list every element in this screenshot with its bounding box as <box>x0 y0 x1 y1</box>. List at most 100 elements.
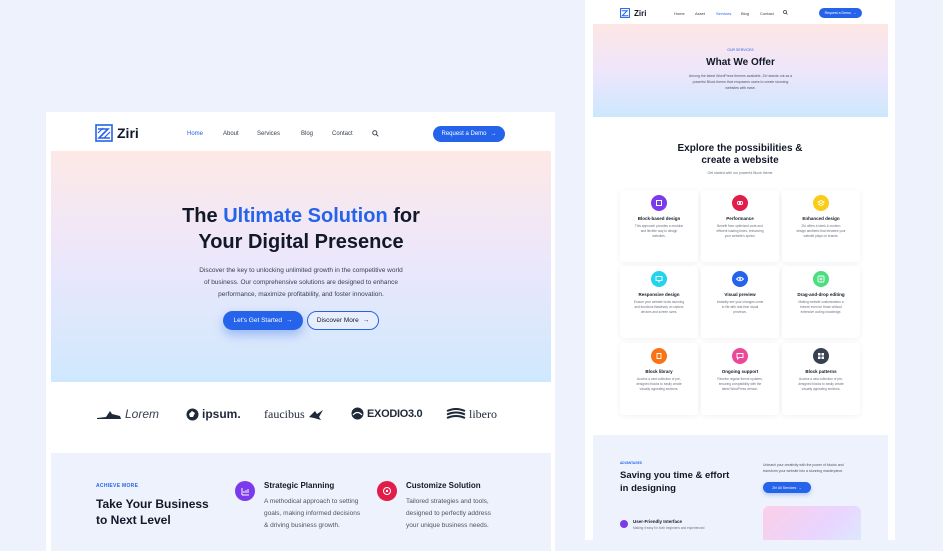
card-title: Drag-and-drop editing <box>797 292 845 297</box>
brand-logo-small[interactable]: Ziri <box>620 8 646 18</box>
brand-name-small: Ziri <box>634 8 647 18</box>
feature-card[interactable]: Performance Benefit from optimized code … <box>701 190 779 262</box>
logo-exodio-text: EXODIO3.0 <box>367 407 423 420</box>
features-title-line2: to Next Level <box>96 513 171 527</box>
devices-icon <box>651 271 667 287</box>
nav-home[interactable]: Home <box>674 11 685 16</box>
book-icon <box>651 348 667 364</box>
client-logos: Lorem ipsum. faucibus EXODIO3.0 libero <box>46 397 555 437</box>
all-services-label: Ziri All Services <box>772 485 797 490</box>
card-desc-3: website plays on brands. <box>803 234 839 238</box>
hero-title-line1: The Ultimate Solution for <box>51 203 551 229</box>
feature-card[interactable]: Ongoing support Receive regular theme up… <box>701 343 779 415</box>
request-demo-label: Request a Demo <box>824 11 851 15</box>
hero-title-post: for <box>387 205 420 227</box>
discover-more-button[interactable]: Discover More → <box>307 311 379 330</box>
advantages-kicker: ADVANTAGES <box>620 461 642 465</box>
feature-desc-strategic-1: A methodical approach to setting <box>264 498 359 505</box>
nav-contact[interactable]: Contact <box>760 11 774 16</box>
card-title: Visual preview <box>724 292 756 297</box>
hero-section: The Ultimate Solution for Your Digital P… <box>51 151 551 382</box>
hero-description-line3: performance, maximize profitability, and… <box>218 291 384 298</box>
advantages-title-line1: Saving you time & effort <box>620 470 730 481</box>
chat-icon <box>732 348 748 364</box>
logo-faucibus-text: faucibus <box>264 407 305 421</box>
shoe-icon <box>97 411 121 419</box>
nav-services[interactable]: Services <box>257 131 280 137</box>
nav-home[interactable]: Home <box>187 131 203 137</box>
services-hero: OUR SERVICES What We Offer Among the lat… <box>593 24 888 117</box>
feature-card[interactable]: Block-based design This approach provide… <box>620 190 698 262</box>
card-desc-3: visually appealing sections. <box>801 387 841 391</box>
arrow-right-icon: → <box>490 131 497 137</box>
feature-card[interactable]: Enhanced design Ziri offers a sleek & mo… <box>782 190 860 262</box>
target-icon <box>377 481 397 501</box>
card-title: Ongoing support <box>721 369 759 374</box>
feature-card[interactable]: Block patterns Access a vast collection … <box>782 343 860 415</box>
card-title: Block-based design <box>637 216 681 221</box>
request-demo-button[interactable]: Request a Demo → <box>433 126 505 142</box>
bird-icon <box>308 409 323 420</box>
ziri-logo-icon <box>620 8 630 18</box>
user-friendly-icon <box>620 520 628 528</box>
card-desc-3: devices and screen sizes. <box>640 310 678 314</box>
feature-card[interactable]: Drag-and-drop editing Making website cus… <box>782 266 860 338</box>
logo-ipsum-text: ipsum. <box>202 407 241 421</box>
nav-services[interactable]: Services <box>716 11 731 16</box>
all-services-button[interactable]: Ziri All Services → <box>763 482 811 493</box>
nav-blog[interactable]: Blog <box>301 131 313 137</box>
arrow-right-icon: → <box>798 485 802 490</box>
search-icon[interactable] <box>372 130 379 137</box>
nav-about[interactable]: About <box>223 131 239 137</box>
card-title: Block patterns <box>805 369 837 374</box>
request-demo-label: Request a Demo <box>441 131 487 137</box>
card-desc-3: your website's speed. <box>724 234 756 238</box>
search-icon[interactable] <box>783 10 788 15</box>
top-nav-small: Ziri Home Asset Services Blog Contact Re… <box>585 0 895 24</box>
feature-card[interactable]: Visual preview Instantly see your change… <box>701 266 779 338</box>
features-kicker: ACHIEVE MORE <box>96 483 139 489</box>
arrow-right-icon: → <box>286 317 293 324</box>
logo-lorem: Lorem <box>96 407 159 421</box>
feature-desc-strategic-2: goals, making informed decisions <box>264 510 361 517</box>
feature-card[interactable]: Responsive design Ensure your website lo… <box>620 266 698 338</box>
hero-title-accent: Ultimate Solution <box>223 205 388 227</box>
nav-blog[interactable]: Blog <box>741 11 749 16</box>
explore-subtitle: Get started with our powerful Block them… <box>707 171 773 175</box>
logo-libero: libero <box>446 407 497 422</box>
request-demo-button-small[interactable]: Request a Demo → <box>819 8 862 18</box>
advantages-title-line2: in designing <box>620 483 676 494</box>
advantages-section: ADVANTAGES Saving you time & effort in d… <box>593 435 888 540</box>
user-friendly-desc: Making it easy for both beginners and ex… <box>633 526 705 530</box>
card-desc-3: previews. <box>733 310 747 314</box>
right-page-preview: Ziri Home Asset Services Blog Contact Re… <box>585 0 895 540</box>
nav-asset[interactable]: Asset <box>695 11 705 16</box>
eye-icon <box>732 271 748 287</box>
features-section: ACHIEVE MORE Take Your Business to Next … <box>51 453 551 551</box>
card-desc-3: visually appealing sections. <box>639 387 679 391</box>
arrow-right-icon: → <box>362 317 370 324</box>
logo-ipsum: ipsum. <box>186 407 241 421</box>
get-started-button[interactable]: Let's Get Started → <box>223 311 303 330</box>
logo-faucibus: faucibus <box>264 407 324 422</box>
orb-icon <box>351 407 364 420</box>
left-page-preview: Ziri Home About Services Blog Contact Re… <box>46 112 555 551</box>
nav-contact[interactable]: Contact <box>332 131 353 137</box>
explore-title-line1: Explore the possibilities & <box>677 143 803 154</box>
feature-desc-customize-1: Tailored strategies and tools, <box>406 498 489 505</box>
logo-exodio: EXODIO3.0 <box>351 407 423 420</box>
hero-description-line1: Discover the key to unlocking unlimited … <box>199 267 403 274</box>
hero-title-line2: Your Digital Presence <box>198 231 404 253</box>
preview-gradient-card <box>763 506 861 540</box>
feature-title-strategic: Strategic Planning <box>264 481 335 490</box>
explore-title-line2: create a website <box>701 155 779 166</box>
services-kicker: OUR SERVICES <box>727 48 754 52</box>
drag-icon <box>813 271 829 287</box>
globe-icon <box>186 408 199 420</box>
feature-card[interactable]: Block library Access a vast collection o… <box>620 343 698 415</box>
logo-lorem-text: Lorem <box>125 407 160 421</box>
waves-icon <box>446 408 466 419</box>
brand-logo[interactable]: Ziri <box>95 124 139 142</box>
hero-description-line2: of business. Our comprehensive solutions… <box>203 279 399 286</box>
stack-icon <box>813 195 829 211</box>
